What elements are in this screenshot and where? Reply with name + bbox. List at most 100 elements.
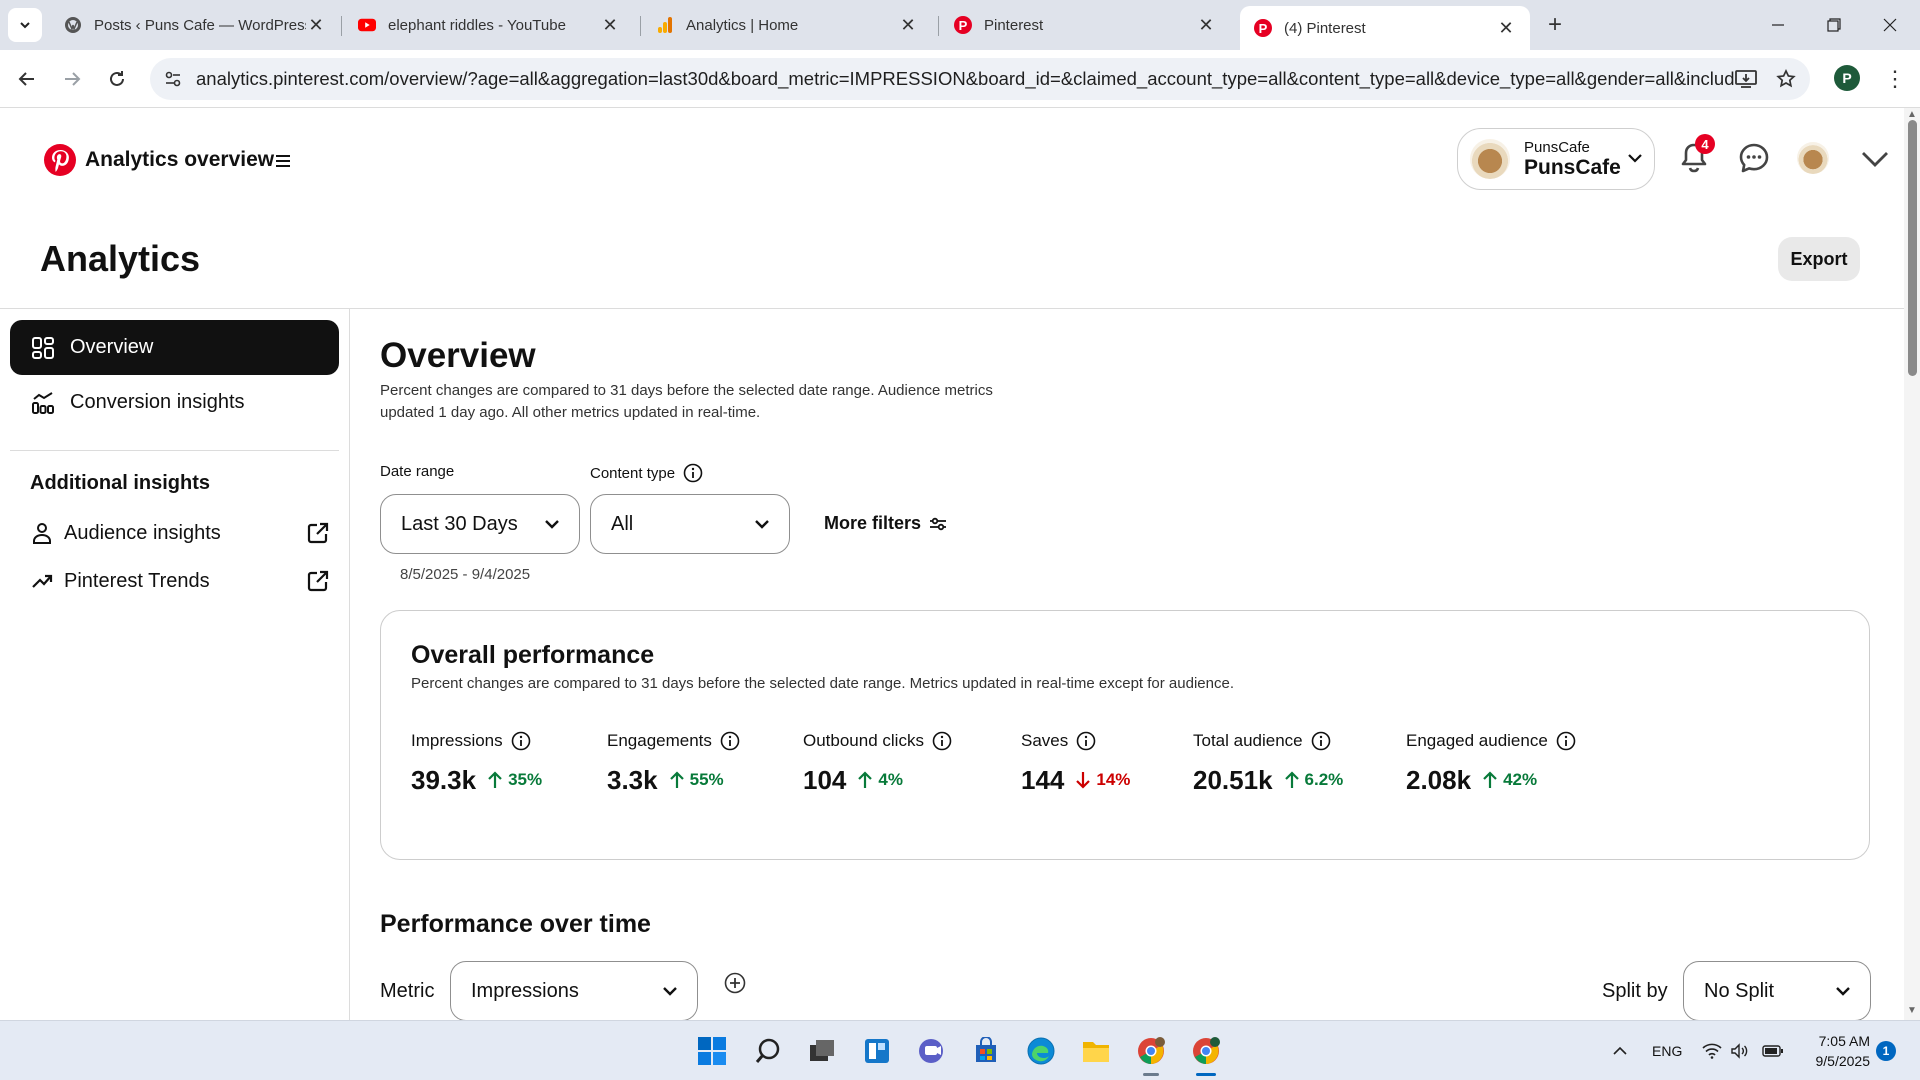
back-button[interactable] — [10, 62, 44, 96]
pinterest-logo-icon[interactable] — [44, 144, 76, 176]
metric-saves[interactable]: Saves 144 14% — [1021, 729, 1130, 796]
metric-label: Outbound clicks — [803, 731, 924, 750]
page-title: Analytics — [40, 238, 201, 279]
split-by-label: Split by — [1602, 980, 1668, 1002]
file-explorer-icon[interactable] — [1076, 1031, 1116, 1071]
info-icon[interactable] — [1076, 731, 1096, 751]
messages-icon[interactable] — [1738, 142, 1770, 174]
metric-engagements[interactable]: Engagements 3.3k 55% — [607, 729, 740, 796]
close-tab-icon[interactable]: ✕ — [1196, 15, 1216, 35]
notification-center-badge[interactable]: 1 — [1876, 1041, 1896, 1061]
new-tab-button[interactable]: + — [1540, 10, 1570, 40]
bookmark-star-icon[interactable] — [1766, 58, 1806, 100]
person-icon — [30, 521, 54, 545]
export-button[interactable]: Export — [1778, 237, 1860, 281]
close-tab-icon[interactable]: ✕ — [1496, 18, 1516, 38]
url-text[interactable]: analytics.pinterest.com/overview/?age=al… — [196, 68, 1736, 90]
info-icon[interactable] — [683, 463, 703, 483]
user-avatar[interactable] — [1797, 142, 1829, 174]
tab-search-button[interactable] — [8, 8, 42, 42]
browser-tab-bar: Posts ‹ Puns Cafe — WordPress ✕ elephant… — [0, 0, 1920, 50]
system-clock[interactable]: 7:05 AM 9/5/2025 — [1800, 1031, 1871, 1071]
browser-tab-wordpress[interactable]: Posts ‹ Puns Cafe — WordPress ✕ — [50, 6, 340, 44]
overall-performance-card: Overall performance Percent changes are … — [380, 610, 1870, 860]
edge-browser-icon[interactable] — [1021, 1031, 1061, 1071]
show-hidden-icons-button[interactable] — [1612, 1021, 1628, 1080]
split-by-dropdown[interactable]: No Split — [1683, 961, 1871, 1020]
microsoft-store-icon[interactable] — [966, 1031, 1006, 1071]
external-link-icon — [307, 522, 329, 544]
forward-button[interactable] — [55, 62, 89, 96]
close-tab-icon[interactable]: ✕ — [600, 15, 620, 35]
metric-label: Engaged audience — [1406, 731, 1548, 750]
sidebar-link-pinterest-trends[interactable]: Pinterest Trends — [30, 566, 330, 596]
sidebar-item-conversion-insights[interactable]: Conversion insights — [10, 375, 339, 430]
info-icon[interactable] — [720, 731, 740, 751]
restore-button[interactable] — [1806, 0, 1862, 50]
teams-chat-icon[interactable] — [911, 1031, 951, 1071]
battery-icon[interactable] — [1762, 1021, 1784, 1080]
language-indicator[interactable]: ENG — [1652, 1021, 1682, 1080]
info-icon[interactable] — [1556, 731, 1576, 751]
chevron-down-icon[interactable] — [1860, 148, 1890, 170]
metric-outbound-clicks[interactable]: Outbound clicks 104 4% — [803, 729, 952, 796]
windows-start-icon[interactable] — [692, 1031, 732, 1071]
chrome-profile-icon[interactable] — [1131, 1031, 1171, 1071]
metric-value: 3.3k — [607, 765, 658, 795]
close-tab-icon[interactable]: ✕ — [306, 15, 326, 35]
browser-profile-avatar[interactable]: P — [1834, 65, 1860, 91]
windows-taskbar: ENG 7:05 AM 9/5/2025 1 — [0, 1020, 1920, 1080]
metric-total-audience[interactable]: Total audience 20.51k 6.2% — [1193, 729, 1343, 796]
info-icon[interactable] — [932, 731, 952, 751]
info-icon[interactable] — [1311, 731, 1331, 751]
hamburger-menu-icon[interactable] — [272, 150, 294, 172]
wifi-icon[interactable] — [1702, 1021, 1722, 1080]
close-window-button[interactable] — [1862, 0, 1918, 50]
sidebar-item-overview[interactable]: Overview — [10, 320, 339, 375]
metric-impressions[interactable]: Impressions 39.3k 35% — [411, 729, 542, 796]
info-icon[interactable] — [511, 731, 531, 751]
chrome-active-icon[interactable] — [1186, 1031, 1226, 1071]
reload-icon — [110, 71, 124, 86]
content-type-dropdown[interactable]: All — [590, 494, 790, 554]
task-view-icon[interactable] — [802, 1031, 842, 1071]
search-icon[interactable] — [748, 1031, 788, 1071]
browser-tab-analytics[interactable]: Analytics | Home ✕ — [642, 6, 932, 44]
arrow-up-icon — [1483, 771, 1497, 788]
site-info-icon[interactable] — [150, 58, 196, 100]
arrow-left-icon — [18, 72, 34, 86]
metric-selector-label: Metric — [380, 980, 435, 1002]
arrow-up-icon — [1284, 771, 1299, 788]
browser-menu-icon[interactable]: ⋮ — [1880, 62, 1910, 96]
metric-engaged-audience[interactable]: Engaged audience 2.08k 42% — [1406, 729, 1576, 796]
sidebar-link-label: Pinterest Trends — [64, 569, 210, 592]
browser-tab-youtube[interactable]: elephant riddles - YouTube ✕ — [344, 6, 634, 44]
install-app-icon[interactable] — [1726, 58, 1766, 100]
metric-dropdown[interactable]: Impressions — [450, 961, 698, 1020]
account-switcher[interactable]: PunsCafe PunsCafe — [1457, 128, 1655, 190]
close-tab-icon[interactable]: ✕ — [898, 15, 918, 35]
more-filters-button[interactable]: More filters — [824, 513, 947, 534]
scrollbar-thumb[interactable] — [1908, 120, 1917, 376]
account-name-small: PunsCafe — [1524, 138, 1590, 156]
widgets-icon[interactable] — [857, 1031, 897, 1071]
pinterest-analytics-page: Analytics overview PunsCafe PunsCafe 4 A… — [0, 108, 1904, 1020]
metric-change-value: 42% — [1503, 770, 1538, 789]
address-bar[interactable]: analytics.pinterest.com/overview/?age=al… — [150, 58, 1810, 100]
chevron-up-icon — [1613, 1046, 1627, 1055]
page-scrollbar[interactable]: ▲ ▼ — [1904, 108, 1920, 1020]
scroll-down-arrow-icon[interactable]: ▼ — [1907, 1006, 1917, 1016]
minimize-icon — [1772, 24, 1784, 26]
scroll-up-arrow-icon[interactable]: ▲ — [1907, 110, 1917, 120]
clock-time: 7:05 AM — [1818, 1033, 1870, 1049]
pinterest-icon: P — [1254, 19, 1272, 37]
add-metric-icon[interactable] — [724, 972, 746, 994]
volume-icon[interactable] — [1730, 1021, 1750, 1080]
minimize-button[interactable] — [1750, 0, 1806, 50]
sidebar-link-audience-insights[interactable]: Audience insights — [30, 518, 330, 548]
browser-tab-pinterest[interactable]: P Pinterest ✕ — [940, 6, 1230, 44]
browser-tab-pinterest-active[interactable]: P (4) Pinterest ✕ — [1240, 6, 1530, 50]
metric-change-value: 4% — [878, 770, 903, 789]
reload-button[interactable] — [100, 62, 134, 96]
date-range-dropdown[interactable]: Last 30 Days — [380, 494, 580, 554]
